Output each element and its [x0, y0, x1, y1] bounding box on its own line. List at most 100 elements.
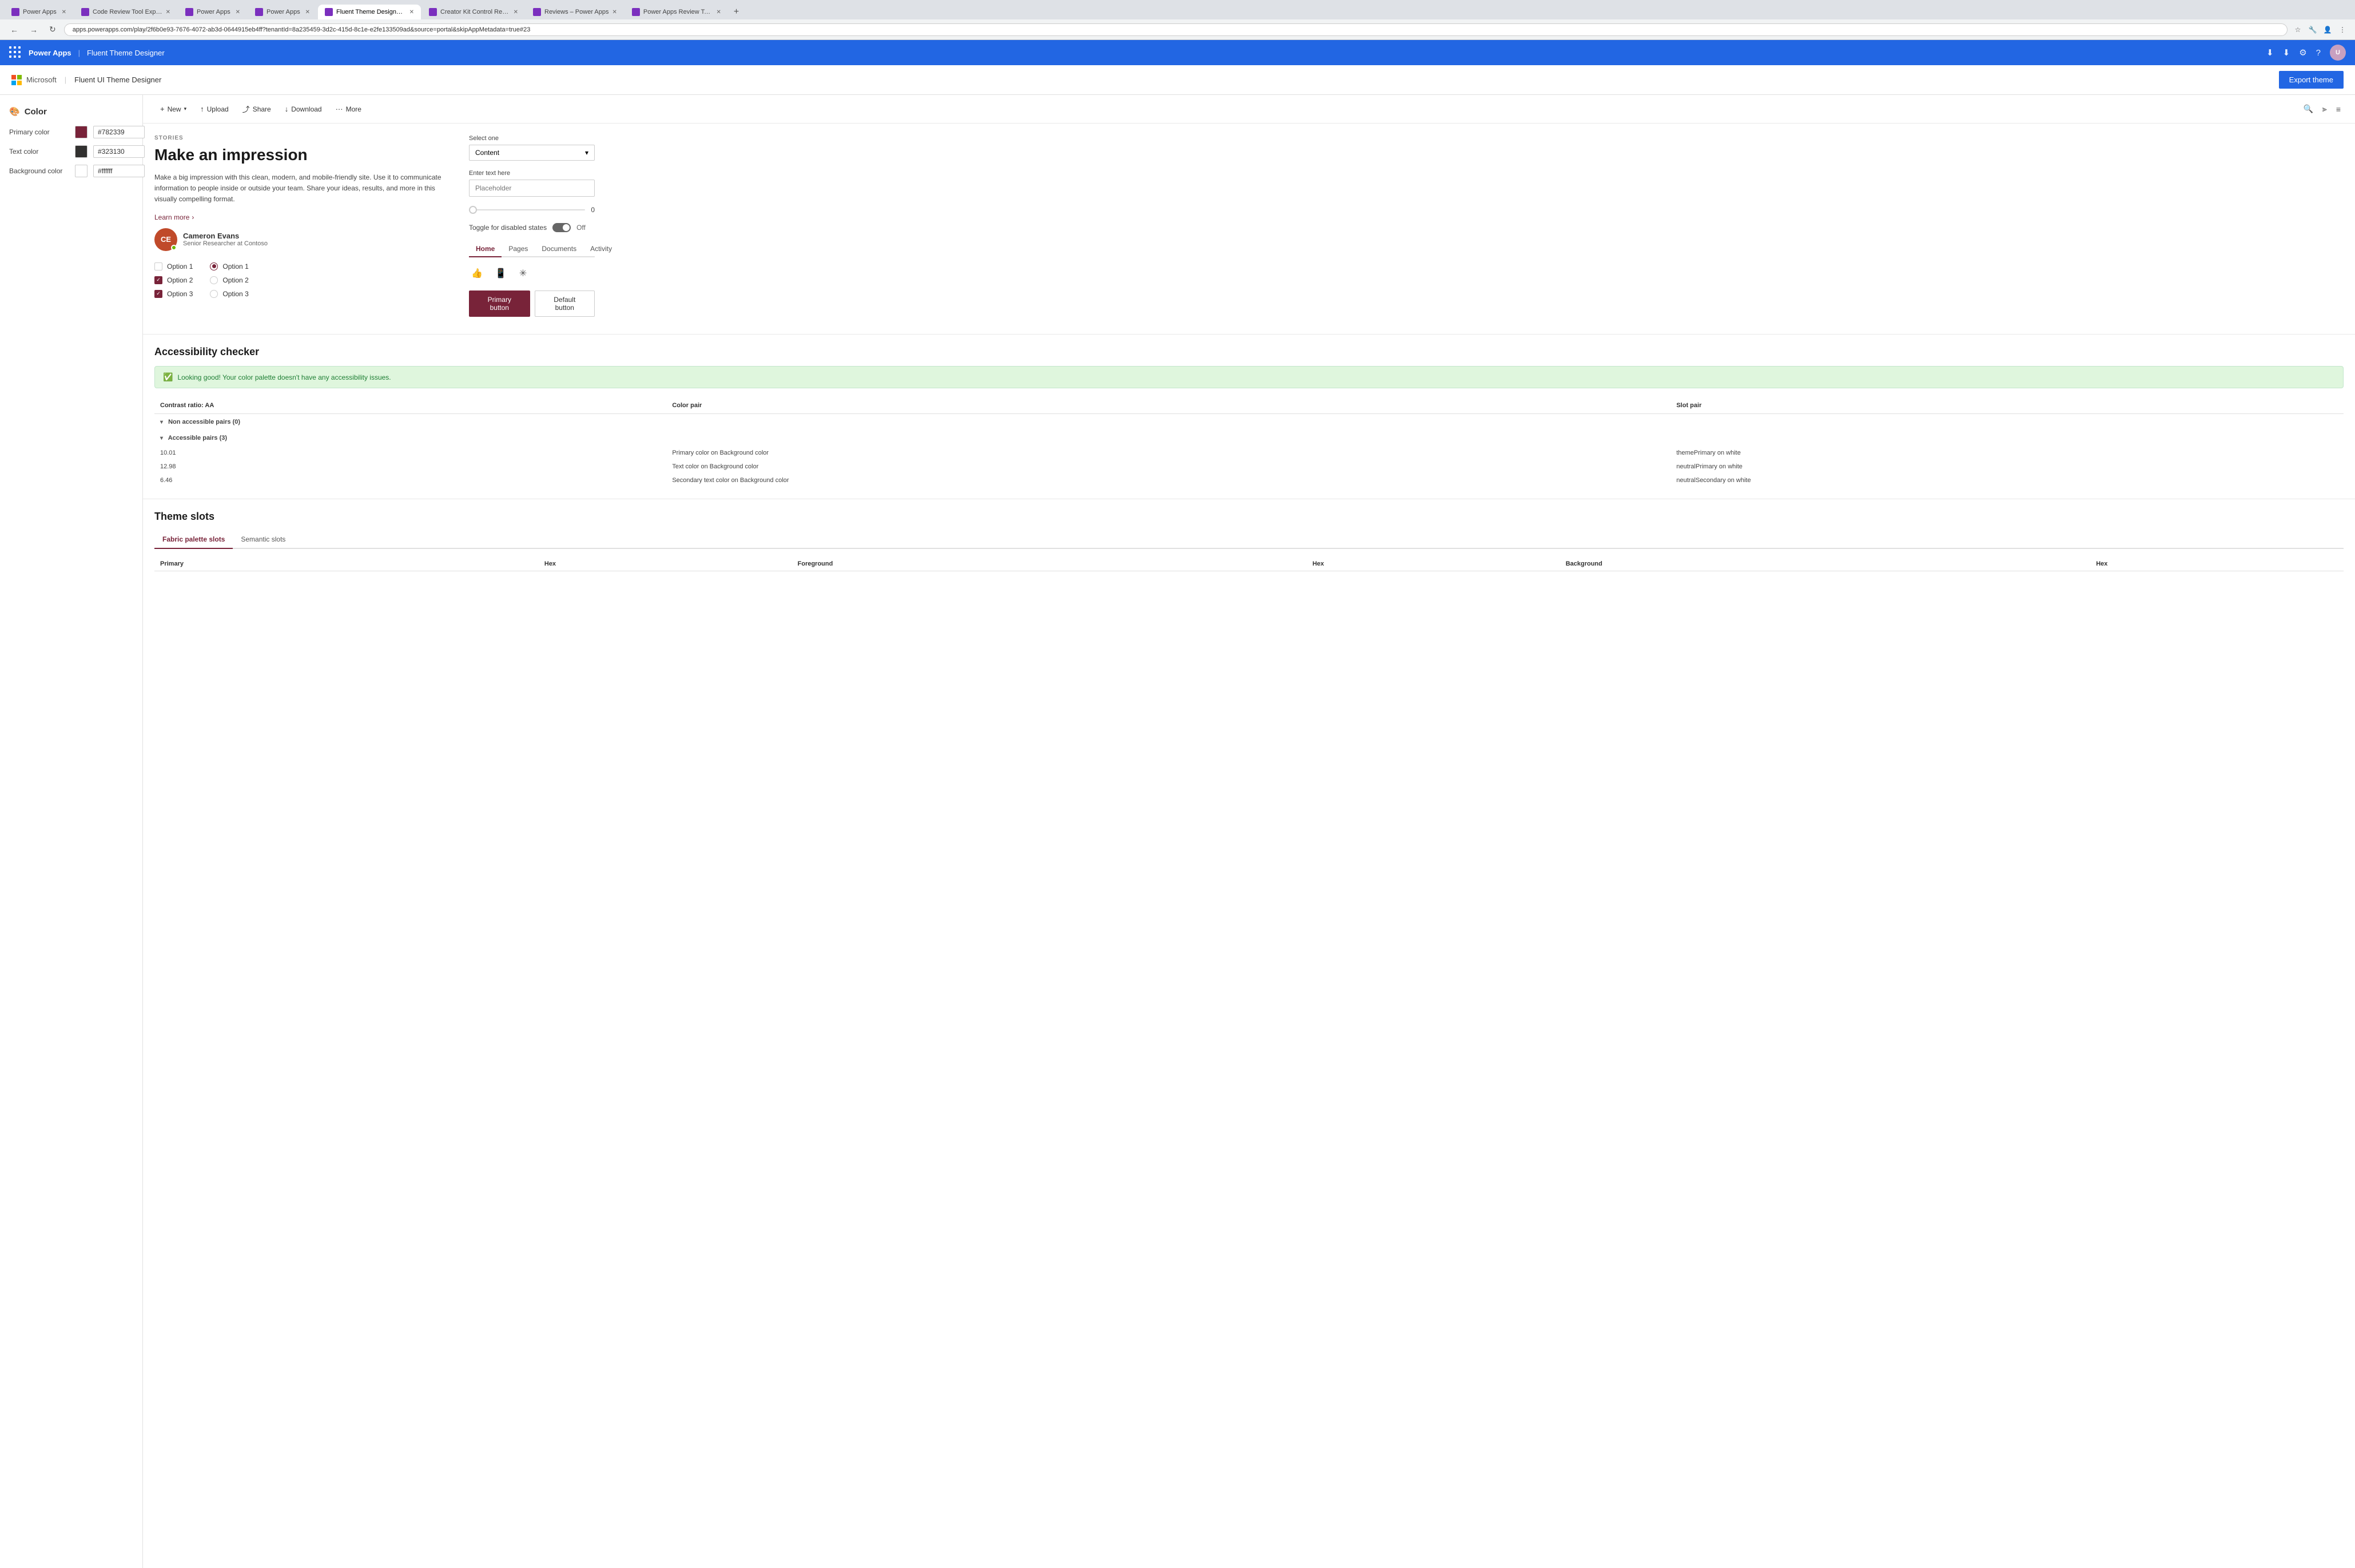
- tab-close-1[interactable]: ✕: [166, 9, 170, 15]
- color-pair-2: Text color on Background color: [666, 460, 1670, 473]
- color-pair-1: Primary color on Background color: [666, 446, 1670, 460]
- tab-close-0[interactable]: ✕: [62, 9, 66, 15]
- new-button[interactable]: + New ▾: [154, 102, 192, 116]
- profile-icon[interactable]: 👤: [2322, 24, 2333, 35]
- forward-button[interactable]: →: [26, 23, 41, 36]
- tab-close-7[interactable]: ✕: [717, 9, 721, 15]
- primary-color-label: Primary color: [9, 128, 69, 136]
- powerapps-download-icon[interactable]: ⬇: [2283, 47, 2290, 58]
- text-color-swatch[interactable]: [75, 145, 87, 158]
- person-name: Cameron Evans: [183, 232, 268, 240]
- table-header-row: Contrast ratio: AA Color pair Slot pair: [154, 397, 2344, 414]
- tab-close-3[interactable]: ✕: [305, 9, 310, 15]
- radio-3[interactable]: [210, 290, 218, 298]
- share-button[interactable]: ⤴ Share: [237, 101, 277, 117]
- more-button[interactable]: ··· More: [330, 102, 367, 116]
- refresh-button[interactable]: ↻: [46, 23, 59, 36]
- tab-1[interactable]: Code Review Tool Experim... ✕: [74, 5, 177, 19]
- tab-7[interactable]: Power Apps Review Tool -... ✕: [625, 5, 728, 19]
- learn-more-link[interactable]: Learn more ›: [154, 213, 452, 221]
- accessibility-checker-title: Accessibility checker: [154, 346, 2344, 358]
- collapse-accessible-icon[interactable]: ▾: [160, 435, 163, 441]
- text-input-field[interactable]: [469, 180, 595, 197]
- radio-option-2[interactable]: Option 2: [210, 276, 248, 284]
- toggle-track[interactable]: [552, 223, 571, 232]
- radio-2[interactable]: [210, 276, 218, 284]
- nav-tab-pages[interactable]: Pages: [502, 241, 535, 257]
- select-dropdown[interactable]: Content ▾: [469, 145, 595, 161]
- slider-thumb[interactable]: [469, 206, 477, 214]
- radios-col: Option 1 Option 2 Option 3: [210, 262, 248, 298]
- color-icon: 🎨: [9, 106, 20, 117]
- tab-close-2[interactable]: ✕: [236, 9, 240, 15]
- tab-5[interactable]: Creator Kit Control Refere... ✕: [422, 5, 525, 19]
- like-icon[interactable]: 👍: [469, 265, 485, 281]
- powerapps-app-name: Fluent Theme Designer: [87, 49, 165, 57]
- default-button[interactable]: Default button: [535, 290, 595, 317]
- color-pair-3: Secondary text color on Background color: [666, 473, 1670, 487]
- upload-button[interactable]: ↑ Upload: [194, 102, 234, 116]
- chevron-right-icon: ›: [192, 213, 194, 221]
- extensions-icon[interactable]: 🔧: [2307, 24, 2318, 35]
- search-icon-button[interactable]: 🔍: [2300, 101, 2316, 117]
- radio-option-3[interactable]: Option 3: [210, 290, 248, 298]
- tab-favicon-2: [185, 8, 193, 16]
- checkbox-1[interactable]: [154, 262, 162, 270]
- toolbar: + New ▾ ↑ Upload ⤴ Share ↓ Download ··· …: [143, 95, 2355, 124]
- url-input[interactable]: [64, 23, 2288, 36]
- ratio-2: 12.98: [154, 460, 666, 473]
- tab-2[interactable]: Power Apps ✕: [178, 5, 247, 19]
- menu-icon[interactable]: ⋮: [2337, 24, 2348, 35]
- radio-1[interactable]: [210, 262, 218, 270]
- tab-label-1: Code Review Tool Experim...: [93, 9, 162, 15]
- powerapps-help-icon[interactable]: ?: [2316, 48, 2321, 58]
- primary-color-swatch[interactable]: [75, 126, 87, 138]
- tab-close-6[interactable]: ✕: [612, 9, 617, 15]
- mobile-icon[interactable]: 📱: [493, 265, 509, 281]
- theme-slots-title: Theme slots: [154, 511, 2344, 523]
- checkbox-option-3[interactable]: ✓ Option 3: [154, 290, 193, 298]
- tab-6[interactable]: Reviews – Power Apps ✕: [526, 5, 624, 19]
- primary-button[interactable]: Primary button: [469, 290, 530, 317]
- slider-track[interactable]: [469, 209, 585, 210]
- checkbox-option-2[interactable]: ✓ Option 2: [154, 276, 193, 284]
- checkbox-3[interactable]: ✓: [154, 290, 162, 298]
- list-icon-button[interactable]: ≡: [2333, 101, 2344, 117]
- powerapps-settings-icon[interactable]: ⚙: [2299, 47, 2306, 58]
- user-avatar[interactable]: U: [2330, 45, 2346, 61]
- share-icon: ⤴: [242, 104, 250, 114]
- filter-icon-button[interactable]: ⫸: [2320, 101, 2330, 117]
- semantic-slots-tab[interactable]: Semantic slots: [233, 531, 293, 549]
- brand-separator: |: [65, 75, 66, 84]
- new-tab-button[interactable]: +: [729, 5, 743, 19]
- tab-3[interactable]: Power Apps ✕: [248, 5, 317, 19]
- export-theme-button[interactable]: Export theme: [2279, 71, 2344, 89]
- tab-close-5[interactable]: ✕: [514, 9, 518, 15]
- background-color-swatch[interactable]: [75, 165, 87, 177]
- accessibility-checker-section: Accessibility checker ✅ Looking good! Yo…: [143, 334, 2355, 499]
- back-button[interactable]: ←: [7, 23, 22, 36]
- primary-color-input[interactable]: [93, 126, 145, 138]
- nav-tab-activity[interactable]: Activity: [583, 241, 619, 257]
- tab-4[interactable]: Fluent Theme Designer - ... ✕: [318, 5, 421, 19]
- download-button[interactable]: ↓ Download: [279, 102, 328, 116]
- nav-tab-home[interactable]: Home: [469, 241, 502, 257]
- settings-icon[interactable]: ✳: [517, 265, 529, 281]
- tab-0[interactable]: Power Apps ✕: [5, 5, 73, 19]
- text-color-input[interactable]: [93, 145, 145, 158]
- checkbox-2[interactable]: ✓: [154, 276, 162, 284]
- tab-close-4[interactable]: ✕: [409, 9, 414, 15]
- background-color-input[interactable]: [93, 165, 145, 177]
- fabric-palette-tab[interactable]: Fabric palette slots: [154, 531, 233, 549]
- radio-option-1[interactable]: Option 1: [210, 262, 248, 270]
- preview-area: STORIES Make an impression Make a big im…: [143, 124, 2355, 328]
- apps-grid-icon[interactable]: [9, 46, 22, 59]
- slots-placeholder-row: [154, 571, 2344, 594]
- powerapps-bar: Power Apps | Fluent Theme Designer ⬇ ⬇ ⚙…: [0, 40, 2355, 65]
- nav-tab-documents[interactable]: Documents: [535, 241, 583, 257]
- powerapps-install-icon[interactable]: ⬇: [2266, 47, 2274, 58]
- checkbox-option-1[interactable]: Option 1: [154, 262, 193, 270]
- collapse-non-accessible-icon[interactable]: ▾: [160, 419, 163, 425]
- tab-label-7: Power Apps Review Tool -...: [643, 9, 713, 15]
- bookmark-icon[interactable]: ☆: [2292, 24, 2304, 35]
